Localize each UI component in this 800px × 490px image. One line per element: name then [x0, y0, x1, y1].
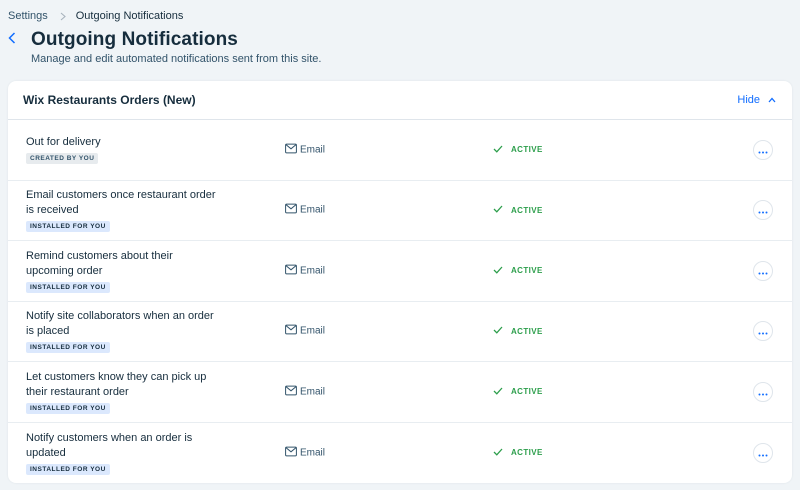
- more-actions-button[interactable]: [753, 381, 773, 402]
- notification-row-5[interactable]: Notify customers when an order is updated…: [8, 423, 792, 484]
- notification-info: Let customers know they can pick up their…: [26, 362, 236, 422]
- notification-name: Remind customers about their upcoming ord…: [26, 249, 236, 279]
- status-label: ACTIVE: [511, 145, 543, 155]
- notification-info: Out for delivery CREATED BY YOU: [26, 120, 236, 180]
- notification-name-line: Notify site collaborators when an order: [26, 310, 214, 323]
- channel-label: Email: [300, 144, 326, 156]
- status-label: ACTIVE: [511, 326, 543, 336]
- notification-name-line: upcoming order: [26, 264, 103, 277]
- notification-badge: CREATED BY YOU: [26, 153, 99, 165]
- notification-name: Email customers once restaurant order is …: [26, 188, 236, 218]
- notification-status: ACTIVE: [493, 266, 543, 276]
- hide-label: Hide: [737, 94, 760, 106]
- more-actions-button[interactable]: [753, 321, 773, 342]
- notification-status: ACTIVE: [493, 326, 543, 336]
- notification-status: ACTIVE: [493, 448, 543, 458]
- notification-row-4[interactable]: Let customers know they can pick up their…: [8, 362, 792, 423]
- more-actions-button[interactable]: [753, 442, 773, 463]
- envelope-icon: [285, 203, 297, 217]
- more-actions-button[interactable]: [753, 260, 773, 281]
- notification-name-line: Let customers know they can pick up: [26, 370, 207, 383]
- notification-name-line: is placed: [26, 325, 70, 338]
- notification-status: ACTIVE: [493, 205, 543, 215]
- section-title: Wix Restaurants Orders (New): [23, 93, 196, 107]
- notification-name-line: Email customers once restaurant order: [26, 189, 216, 202]
- notification-badge: INSTALLED FOR YOU: [26, 402, 110, 414]
- notification-row-2[interactable]: Remind customers about their upcoming ord…: [8, 241, 792, 302]
- breadcrumb-current: Outgoing Notifications: [75, 10, 184, 22]
- notification-channel: Email: [285, 203, 326, 217]
- status-label: ACTIVE: [511, 266, 543, 276]
- notification-badge: INSTALLED FOR YOU: [26, 342, 110, 354]
- notification-row-3[interactable]: Notify site collaborators when an order i…: [8, 302, 792, 362]
- notification-channel: Email: [285, 446, 325, 459]
- notification-info: Notify site collaborators when an order i…: [26, 302, 236, 362]
- notification-badge: INSTALLED FOR YOU: [26, 281, 110, 293]
- envelope-icon: [285, 385, 297, 398]
- chevron-left-icon: [8, 31, 16, 49]
- notification-info: Notify customers when an order is updated…: [26, 423, 236, 484]
- notification-row-1[interactable]: Email customers once restaurant order is …: [8, 181, 792, 241]
- checkmark-icon: [493, 387, 503, 397]
- more-actions-button[interactable]: [753, 139, 773, 160]
- section-header: Wix Restaurants Orders (New) Hide: [8, 81, 792, 120]
- notification-name: Notify site collaborators when an order i…: [26, 309, 236, 339]
- notification-name-line: their restaurant order: [26, 385, 129, 398]
- channel-label: Email: [300, 386, 326, 398]
- notifications-list: Out for delivery CREATED BY YOU Email AC…: [8, 120, 792, 483]
- page-title: Outgoing Notifications: [31, 29, 238, 50]
- channel-label: Email: [300, 447, 326, 459]
- checkmark-icon: [493, 205, 503, 215]
- channel-label: Email: [300, 265, 326, 277]
- notifications-card: Wix Restaurants Orders (New) Hide Out fo…: [8, 81, 792, 483]
- envelope-icon: [285, 446, 297, 459]
- status-label: ACTIVE: [511, 448, 543, 458]
- notification-name: Notify customers when an order is updated: [26, 431, 236, 461]
- notification-name-line: Out for delivery: [26, 136, 101, 149]
- notification-name-line: Notify customers when an order is: [26, 431, 193, 444]
- more-dots-icon: [758, 201, 768, 219]
- channel-label: Email: [300, 204, 326, 216]
- envelope-icon: [285, 264, 297, 277]
- notification-channel: Email: [285, 264, 325, 277]
- hide-section-button[interactable]: Hide: [737, 94, 776, 106]
- page-subtitle: Manage and edit automated notifications …: [31, 53, 322, 65]
- notification-channel: Email: [285, 385, 325, 398]
- status-label: ACTIVE: [511, 387, 543, 397]
- more-dots-icon: [758, 322, 768, 340]
- more-dots-icon: [758, 262, 768, 280]
- envelope-icon: [285, 143, 297, 156]
- notification-channel: Email: [285, 143, 325, 156]
- checkmark-icon: [493, 266, 503, 276]
- checkmark-icon: [493, 448, 503, 458]
- checkmark-icon: [493, 326, 503, 336]
- notification-info: Remind customers about their upcoming ord…: [26, 241, 236, 301]
- more-dots-icon: [758, 444, 768, 462]
- notification-name-line: is received: [26, 204, 79, 217]
- notification-name-line: Remind customers about their: [26, 249, 173, 262]
- notification-info: Email customers once restaurant order is …: [26, 181, 236, 241]
- checkmark-icon: [493, 145, 503, 155]
- notification-status: ACTIVE: [493, 387, 543, 397]
- notification-channel: Email: [285, 324, 326, 338]
- more-dots-icon: [758, 383, 768, 401]
- envelope-icon: [285, 324, 297, 338]
- chevron-right-icon: [60, 12, 66, 21]
- notification-name: Let customers know they can pick up their…: [26, 370, 236, 400]
- notification-badge: INSTALLED FOR YOU: [26, 463, 110, 475]
- notification-badge: INSTALLED FOR YOU: [26, 221, 110, 233]
- more-dots-icon: [758, 141, 768, 159]
- status-label: ACTIVE: [511, 205, 543, 215]
- chevron-up-icon: [768, 94, 776, 106]
- breadcrumb: Settings Outgoing Notifications: [8, 9, 183, 23]
- notification-name-line: updated: [26, 446, 66, 459]
- back-button[interactable]: [5, 32, 19, 48]
- breadcrumb-settings-link[interactable]: Settings: [8, 10, 48, 22]
- notification-row-0[interactable]: Out for delivery CREATED BY YOU Email AC…: [8, 120, 792, 181]
- notification-name: Out for delivery: [26, 135, 236, 150]
- more-actions-button[interactable]: [753, 200, 773, 221]
- notification-status: ACTIVE: [493, 145, 543, 155]
- channel-label: Email: [300, 325, 326, 337]
